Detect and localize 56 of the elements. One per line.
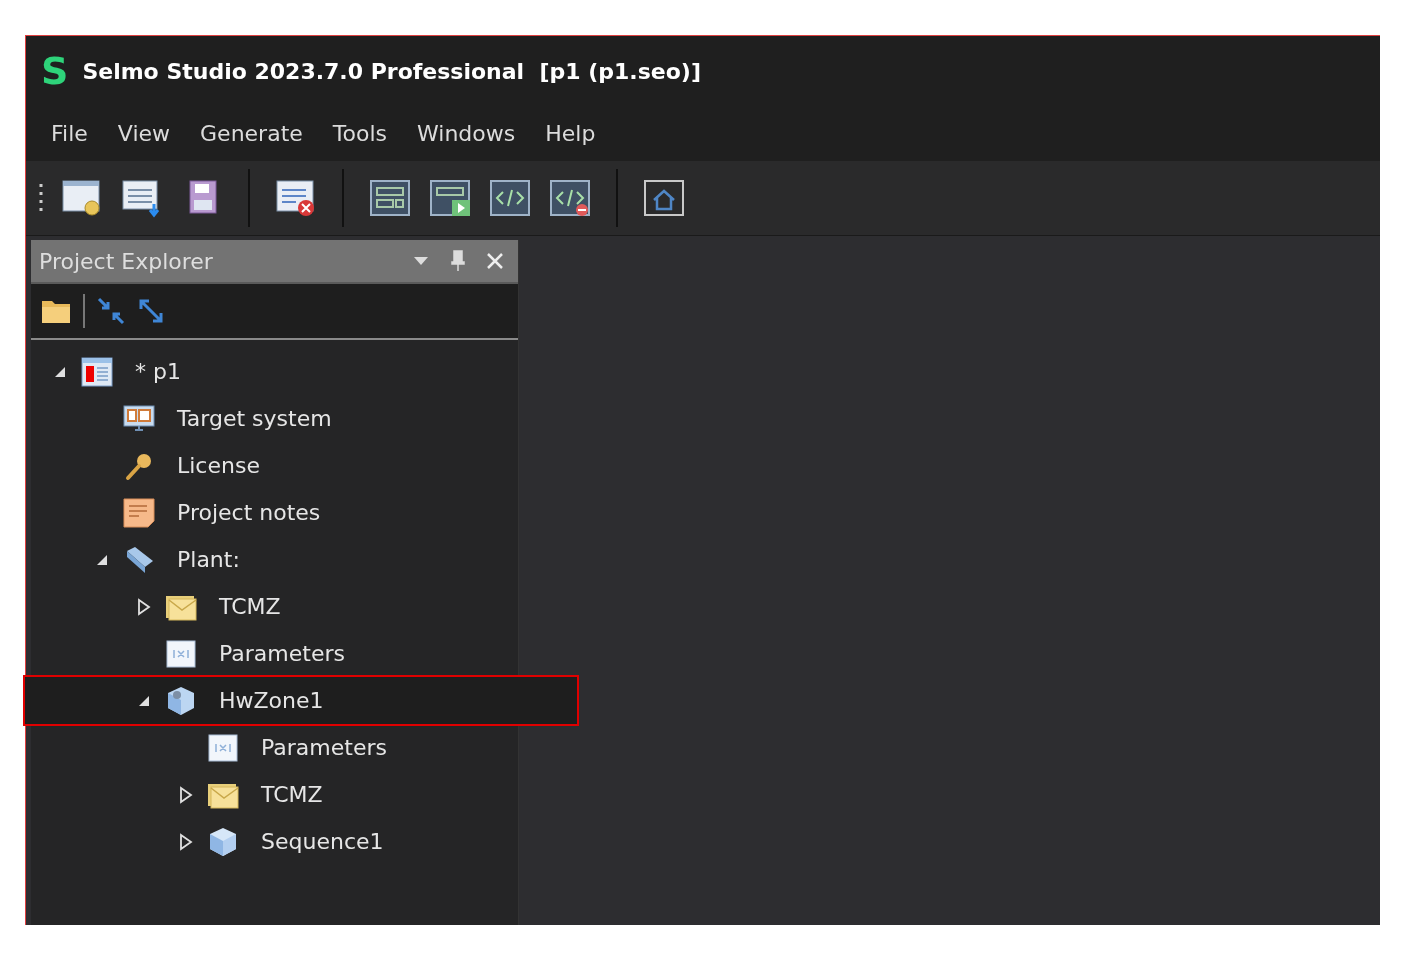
tree-row[interactable]: Parameters (31, 724, 518, 771)
tree-item-label: Parameters (219, 640, 345, 668)
tree-row[interactable]: * p1 (31, 348, 518, 395)
collapsed-arrow-icon[interactable] (137, 597, 151, 616)
expanded-arrow-icon[interactable] (96, 553, 108, 566)
code-icon[interactable] (488, 178, 532, 218)
tree-item-label: License (177, 452, 260, 480)
tree-row[interactable]: Target system (31, 395, 518, 442)
pin-icon[interactable] (451, 250, 465, 272)
app-logo: S (41, 52, 69, 90)
cube-icon (207, 826, 239, 857)
window-title: Selmo Studio 2023.7.0 Professional [p1 (p1.seo)] (82, 57, 701, 86)
menu-item[interactable]: File (36, 117, 103, 150)
tree-item-label: * p1 (135, 358, 181, 386)
menu-item[interactable]: Tools (317, 117, 402, 150)
parameters-icon (207, 732, 239, 763)
expand-arrows-icon[interactable] (137, 297, 165, 325)
layout-run-icon[interactable] (428, 178, 472, 218)
expanded-arrow-icon[interactable] (54, 365, 66, 378)
tree-item-label: Sequence1 (261, 828, 384, 856)
tree-item-label: Project notes (177, 499, 321, 527)
note-icon (123, 497, 155, 528)
menu-item[interactable]: View (102, 117, 186, 150)
tree-item-label: Parameters (261, 734, 387, 762)
expanded-arrow-icon[interactable] (138, 694, 150, 707)
home-icon[interactable] (642, 178, 686, 218)
toolbar-grip-icon (38, 182, 44, 214)
cube-icon (165, 685, 197, 716)
collapsed-arrow-icon[interactable] (179, 832, 193, 851)
tree-item-label: TCMZ (219, 593, 281, 621)
tree-row[interactable]: Plant: (31, 536, 518, 583)
tree-item-label: Target system (177, 405, 332, 433)
tree-row[interactable]: TCMZ (31, 771, 518, 818)
collapse-arrows-icon[interactable] (97, 297, 125, 325)
tree-row[interactable]: TCMZ (31, 583, 518, 630)
tree-item-label: Plant: (177, 546, 240, 574)
close-icon[interactable] (487, 253, 503, 269)
panel-title: Project Explorer (39, 247, 214, 276)
tree-item-label: HwZone1 (219, 687, 324, 715)
collapsed-arrow-icon[interactable] (179, 785, 193, 804)
tree-row[interactable]: License (31, 442, 518, 489)
parameters-icon (165, 638, 197, 669)
code-remove-icon[interactable] (548, 178, 592, 218)
folder-icon[interactable] (41, 298, 71, 324)
tree-row[interactable]: Sequence1 (31, 818, 518, 865)
layout-icon[interactable] (368, 178, 412, 218)
document-icon (81, 356, 113, 387)
tree-item-label: TCMZ (261, 781, 323, 809)
menu-item[interactable]: Windows (402, 117, 531, 150)
dropdown-caret-icon[interactable] (413, 256, 429, 266)
highlighted-tree-row[interactable]: HwZone1 (25, 677, 577, 724)
tree-row[interactable]: Parameters (31, 630, 518, 677)
menu-item[interactable]: Help (530, 117, 611, 150)
menu-item[interactable]: Generate (185, 117, 318, 150)
tree-row[interactable]: Project notes (31, 489, 518, 536)
monitor-icon (123, 403, 155, 434)
